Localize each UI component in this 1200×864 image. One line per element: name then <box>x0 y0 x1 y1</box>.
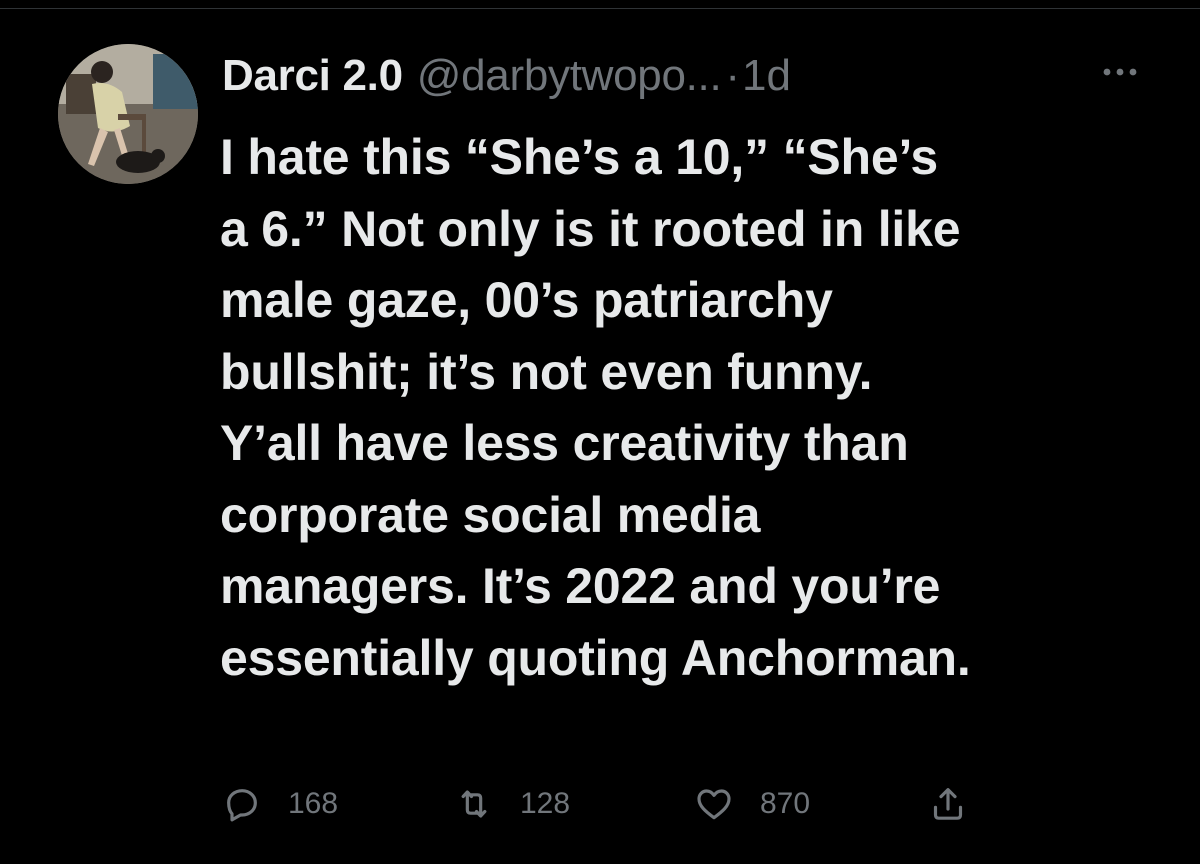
more-options-button[interactable] <box>1098 52 1142 92</box>
heart-icon <box>694 784 734 824</box>
share-button[interactable] <box>928 778 968 830</box>
tweet-actions-bar: 168 128 870 <box>222 778 1122 830</box>
tweet-text-line: essentially quoting Anchorman. <box>220 629 971 686</box>
tweet-text: I hate this “She’s a 10,” “She’s a 6.” N… <box>220 122 1180 694</box>
like-button[interactable]: 870 <box>694 778 810 830</box>
tweet-text-line: managers. It’s 2022 and you’re <box>220 558 941 614</box>
tweet-text-line: I hate this “She’s a 10,” “She’s <box>220 129 938 185</box>
retweet-count: 128 <box>520 787 571 820</box>
reply-icon <box>222 784 262 824</box>
timestamp[interactable]: 1d <box>742 44 791 108</box>
like-count: 870 <box>760 787 811 820</box>
tweet-text-line: male gaze, 00’s patriarchy <box>220 272 833 328</box>
tweet-text-line: corporate social media <box>220 486 761 543</box>
top-divider <box>0 8 1200 9</box>
tweet-text-line: Y’all have less creativity than <box>220 415 909 471</box>
tweet-header: Darci 2.0 @darbytwopo... · 1d <box>222 44 791 108</box>
profile-photo-icon <box>58 44 198 184</box>
dot-separator: · <box>725 51 741 100</box>
user-handle[interactable]: @darbytwopo... <box>417 44 722 108</box>
retweet-button[interactable]: 128 <box>454 778 570 830</box>
retweet-icon <box>454 784 494 824</box>
tweet-text-line: bullshit; it’s not even funny. <box>220 343 873 400</box>
reply-count: 168 <box>288 787 339 820</box>
tweet-text-line: a 6.” Not only is it rooted in like <box>220 200 961 257</box>
avatar[interactable] <box>58 44 198 184</box>
reply-button[interactable]: 168 <box>222 778 338 830</box>
more-horizontal-icon <box>1103 68 1137 76</box>
share-icon <box>928 784 968 824</box>
display-name[interactable]: Darci 2.0 <box>222 44 403 108</box>
